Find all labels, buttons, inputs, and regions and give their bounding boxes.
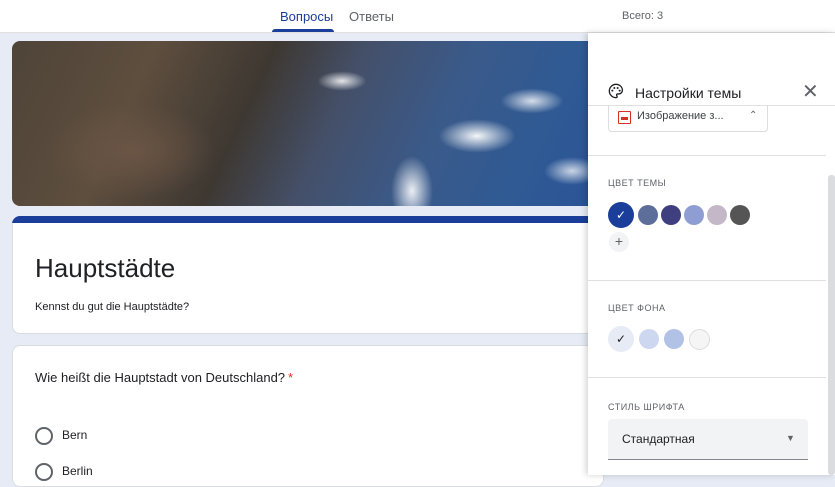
theme-color-swatch[interactable] [707, 205, 727, 225]
background-color-section: ЦВЕТ ФОНА ✓ [588, 281, 826, 378]
required-asterisk: * [288, 370, 294, 385]
theme-color-swatch[interactable] [730, 205, 750, 225]
active-tab-indicator [272, 29, 334, 32]
theme-settings-panel: Настройки темы ✕ Изображение з... ⌃ ЦВЕТ… [588, 33, 835, 475]
option-label: Berlin [62, 464, 93, 478]
background-color-swatch[interactable] [664, 329, 684, 349]
background-color-swatch-selected[interactable]: ✓ [608, 326, 634, 352]
theme-color-swatch-selected[interactable]: ✓ [608, 202, 634, 228]
radio-button[interactable] [35, 463, 53, 481]
add-color-button[interactable]: + [609, 232, 629, 252]
tab-questions[interactable]: Вопросы [280, 9, 333, 24]
header-image-section: Изображение з... ⌃ [588, 105, 826, 156]
theme-color-swatch[interactable] [638, 205, 658, 225]
form-title-card[interactable]: Hauptstädte Kennst du gut die Hauptstädt… [12, 223, 604, 334]
theme-color-section: ЦВЕТ ТЕМЫ ✓ + [588, 156, 826, 281]
dropdown-arrow-icon: ▼ [786, 433, 795, 443]
panel-scrollbar[interactable] [828, 175, 835, 475]
theme-color-swatch[interactable] [684, 205, 704, 225]
radio-button[interactable] [35, 427, 53, 445]
form-editor: Hauptstädte Kennst du gut die Hauptstädt… [0, 33, 604, 487]
form-title[interactable]: Hauptstädte [35, 253, 175, 284]
form-description[interactable]: Kennst du gut die Hauptstädte? [35, 301, 189, 313]
question-text: Wie heißt die Hauptstadt von Deutschland… [35, 370, 286, 385]
check-icon: ✓ [615, 332, 627, 346]
option-label: Bern [62, 428, 88, 442]
question-card[interactable]: Wie heißt die Hauptstadt von Deutschland… [12, 345, 604, 487]
theme-color-label: ЦВЕТ ТЕМЫ [608, 178, 667, 188]
header-image[interactable] [12, 41, 602, 206]
font-style-select[interactable]: Стандартная ▼ [608, 419, 808, 460]
palette-icon [608, 83, 624, 99]
top-navigation-bar: Вопросы Ответы Всего: 3 [0, 0, 835, 33]
panel-header: Настройки темы ✕ [588, 33, 835, 106]
font-style-label: СТИЛЬ ШРИФТА [608, 402, 685, 412]
background-color-swatch[interactable] [639, 329, 659, 349]
header-image-chip-label: Изображение з... [637, 110, 724, 122]
background-color-swatch[interactable] [689, 329, 710, 350]
tab-responses[interactable]: Ответы [349, 9, 394, 24]
background-color-label: ЦВЕТ ФОНА [608, 303, 666, 313]
total-points: Всего: 3 [622, 10, 664, 22]
header-image-chip[interactable]: Изображение з... ⌃ [608, 105, 768, 132]
theme-color-swatch[interactable] [661, 205, 681, 225]
panel-title: Настройки темы [635, 85, 742, 101]
question-title[interactable]: Wie heißt die Hauptstadt von Deutschland… [35, 370, 293, 385]
close-icon[interactable]: ✕ [802, 82, 819, 102]
font-style-value: Стандартная [622, 432, 695, 446]
check-icon: ✓ [615, 208, 627, 222]
chevron-up-icon: ⌃ [749, 110, 758, 121]
image-icon [618, 111, 631, 124]
